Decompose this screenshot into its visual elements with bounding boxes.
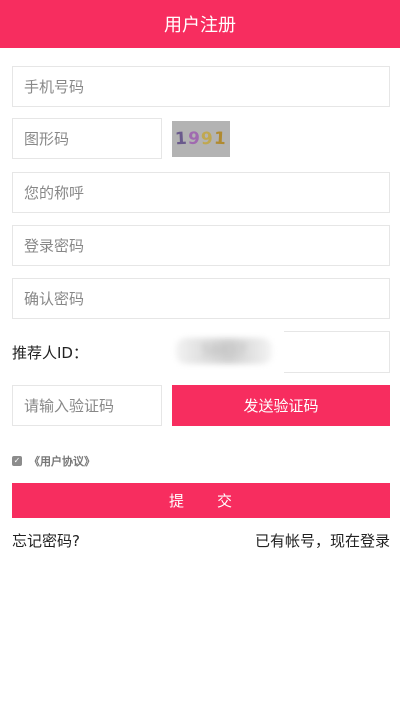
confirm-password-input[interactable] [24, 279, 389, 318]
submit-label: 提 交 [168, 492, 233, 510]
password-field-wrapper [12, 225, 390, 266]
login-link[interactable]: 已有帐号，现在登录 [255, 530, 390, 551]
captcha-field-wrapper [12, 118, 162, 159]
page-title: 用户注册 [164, 15, 236, 36]
nickname-field-wrapper [12, 172, 390, 213]
nickname-input[interactable] [24, 173, 389, 212]
captcha-digit: 9 [187, 128, 202, 150]
phone-field-wrapper [12, 66, 390, 107]
captcha-digit: 1 [213, 128, 228, 150]
captcha-image[interactable]: 1 9 9 1 [172, 121, 230, 157]
submit-button[interactable]: 提 交 [12, 483, 390, 518]
sms-code-field-wrapper [12, 385, 162, 426]
sms-code-input[interactable] [24, 386, 161, 425]
agreement-row: ✓ 《用户协议》 [12, 453, 95, 469]
captcha-digit: 9 [200, 128, 215, 150]
referrer-id-value: 58837 [176, 338, 272, 364]
user-agreement-link[interactable]: 《用户协议》 [29, 453, 95, 469]
send-code-button[interactable]: 发送验证码 [172, 385, 390, 426]
app-header: 用户注册 [0, 0, 400, 48]
checkbox-checked-icon[interactable]: ✓ [12, 456, 22, 466]
phone-input[interactable] [24, 67, 389, 106]
password-input[interactable] [24, 226, 389, 265]
send-code-label: 发送验证码 [243, 397, 319, 415]
referrer-label: 推荐人ID： [12, 344, 88, 362]
forgot-password-link[interactable]: 忘记密码? [12, 530, 80, 551]
referrer-field-border [284, 331, 390, 373]
confirm-password-field-wrapper [12, 278, 390, 319]
captcha-input[interactable] [24, 119, 161, 158]
